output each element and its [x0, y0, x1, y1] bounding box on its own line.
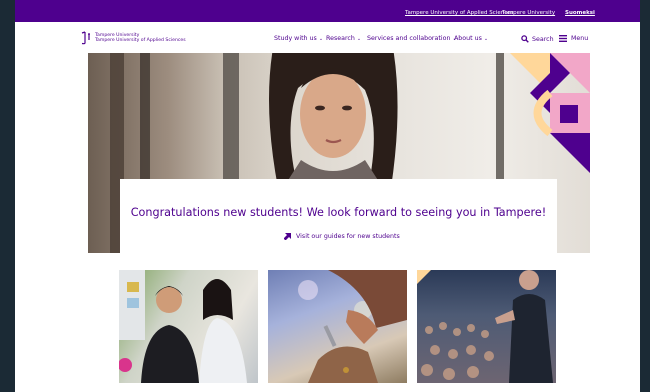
feature-image-research[interactable] [268, 270, 407, 383]
search-button[interactable]: Search [521, 35, 554, 43]
nav-label: Research [326, 35, 355, 42]
link-label: Visit our guides for new students [296, 233, 400, 240]
chevron-down-icon: ⌄ [483, 36, 489, 42]
link-tamk[interactable]: Tampere University of Applied Sciences [405, 10, 513, 16]
arrow-up-right-icon [284, 233, 291, 240]
menu-button[interactable]: Menu [559, 35, 588, 42]
hero-title: Congratulations new students! We look fo… [130, 206, 547, 219]
feature-image-students[interactable] [119, 270, 258, 383]
nav-services-collaboration[interactable]: Services and collaboration ⌄ [367, 35, 457, 42]
nav-study-with-us[interactable]: Study with us ⌄ [274, 35, 323, 42]
hands-with-tools-photo [298, 270, 407, 383]
logo-line-2: Tampere University of Applied Sciences [95, 38, 186, 44]
nav-label: About us [454, 35, 482, 42]
site-logo-text[interactable]: Tampere University Tampere University of… [95, 33, 186, 44]
lecture-audience-photo [417, 270, 553, 383]
new-students-guide-link[interactable]: Visit our guides for new students [284, 233, 400, 240]
nav-label: Services and collaboration [367, 35, 451, 42]
nav-research[interactable]: Research ⌄ [326, 35, 361, 42]
students-talking-photo [119, 270, 247, 383]
browser-viewport: Tampere University of Applied Sciences T… [15, 0, 640, 392]
decorative-geometric-pattern [510, 53, 590, 173]
search-icon [521, 35, 529, 43]
nav-label: Study with us [274, 35, 317, 42]
nav-about-us[interactable]: About us ⌄ [454, 35, 488, 42]
menu-label: Menu [571, 35, 589, 42]
hamburger-icon [559, 35, 567, 42]
chevron-down-icon: ⌄ [356, 36, 362, 42]
feature-image-lecture[interactable] [417, 270, 556, 383]
chevron-down-icon: ⌄ [318, 36, 324, 42]
link-language-finnish[interactable]: Suomeksi [565, 10, 595, 16]
utility-bar: Tampere University of Applied Sciences T… [15, 0, 640, 22]
hero-message-card: Congratulations new students! We look fo… [120, 179, 557, 255]
student-portrait [269, 53, 398, 188]
link-tampere-university[interactable]: Tampere University [502, 10, 555, 16]
tampere-logo-icon[interactable] [80, 31, 92, 45]
site-header: Tampere University Tampere University of… [15, 22, 640, 54]
search-label: Search [532, 35, 554, 43]
